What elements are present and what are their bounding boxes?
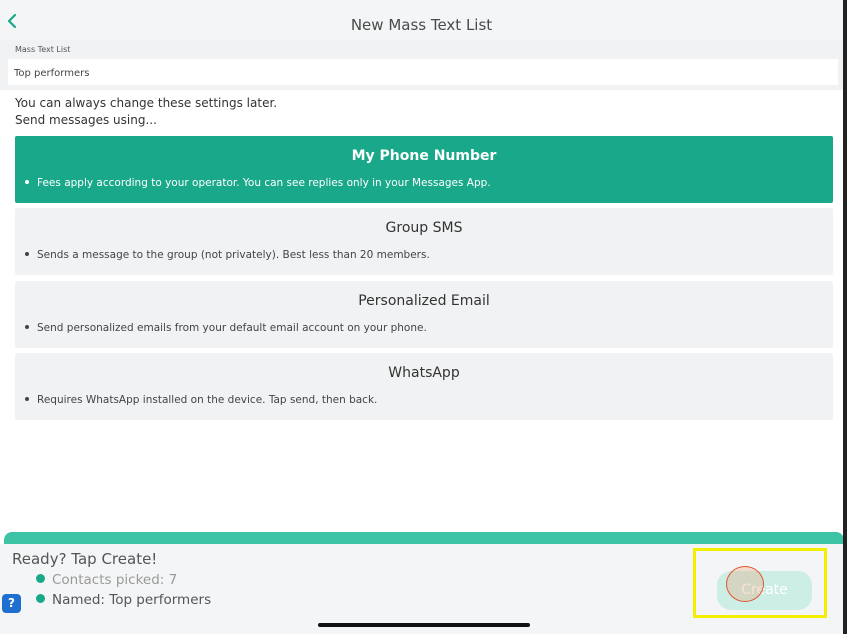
help-icon[interactable]: ?	[2, 594, 21, 613]
option-description-text: Fees apply according to your operator. Y…	[37, 177, 491, 189]
named-text: Named: Top performers	[52, 592, 212, 608]
bullet-icon	[25, 252, 29, 256]
option-description: Send personalized emails from your defau…	[25, 322, 427, 334]
screen: New Mass Text List Mass Text List You ca…	[0, 0, 847, 634]
option-description: Requires WhatsApp installed on the devic…	[25, 394, 377, 406]
status-dot-icon	[36, 573, 45, 583]
settings-hint: You can always change these settings lat…	[15, 96, 278, 110]
option-description-text: Send personalized emails from your defau…	[37, 322, 427, 334]
option-my-phone-number[interactable]: My Phone Number Fees apply according to …	[15, 136, 833, 203]
option-group-sms[interactable]: Group SMS Sends a message to the group (…	[15, 208, 833, 275]
option-description: Sends a message to the group (not privat…	[25, 249, 430, 261]
list-name-label: Mass Text List	[15, 45, 71, 54]
bullet-icon	[25, 180, 29, 184]
page-title: New Mass Text List	[350, 16, 493, 34]
status-dot-icon	[36, 593, 45, 603]
list-name-section: Mass Text List	[0, 40, 843, 90]
list-name-input[interactable]	[8, 59, 838, 85]
ready-text: Ready? Tap Create!	[12, 550, 158, 568]
bottom-sheet-handle	[4, 532, 844, 544]
named-item: Named: Top performers	[36, 592, 211, 608]
option-title: Group SMS	[385, 220, 463, 236]
bullet-icon	[25, 325, 29, 329]
home-indicator	[318, 623, 530, 627]
option-title: WhatsApp	[388, 365, 460, 381]
option-description: Fees apply according to your operator. Y…	[25, 177, 491, 189]
option-title: Personalized Email	[358, 293, 490, 309]
bullet-icon	[25, 397, 29, 401]
option-title: My Phone Number	[351, 148, 497, 164]
option-whatsapp[interactable]: WhatsApp Requires WhatsApp installed on …	[15, 353, 833, 420]
send-using-label: Send messages using...	[15, 113, 157, 127]
option-description-text: Sends a message to the group (not privat…	[37, 249, 430, 261]
option-description-text: Requires WhatsApp installed on the devic…	[37, 394, 378, 406]
screen-edge	[843, 0, 847, 634]
contacts-picked-item: Contacts picked: 7	[36, 572, 177, 588]
contacts-picked-text: Contacts picked: 7	[52, 572, 178, 588]
navigation-bar: New Mass Text List	[0, 0, 843, 40]
create-button[interactable]: Create	[717, 571, 812, 610]
option-personalized-email[interactable]: Personalized Email Send personalized ema…	[15, 281, 833, 348]
